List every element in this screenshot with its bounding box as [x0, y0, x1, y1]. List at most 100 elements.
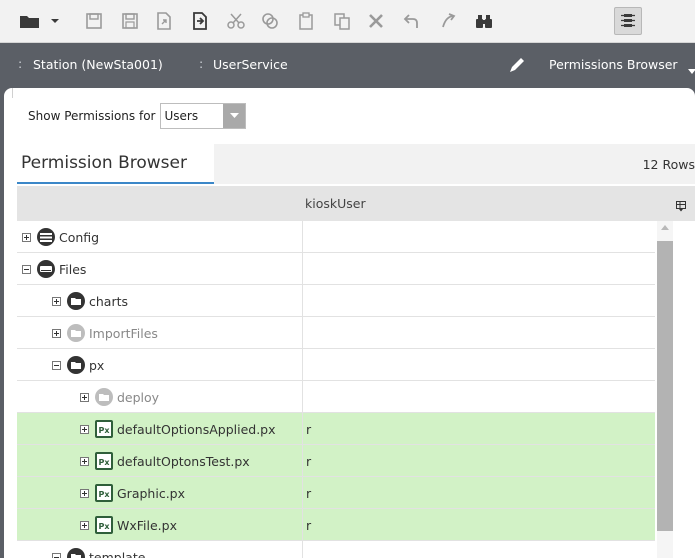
tree-node-label: deploy: [117, 389, 160, 405]
folder-light-icon: [94, 387, 117, 407]
scroll-up-icon[interactable]: [661, 225, 669, 230]
save-icon[interactable]: [80, 7, 108, 35]
table-row[interactable]: ImportFiles: [17, 317, 655, 349]
tab-bar: Permission Browser 12 Rows: [17, 144, 695, 184]
expand-icon[interactable]: [52, 296, 61, 306]
permissions-grid: kioskUser Config Files charts ImportFiles px…: [17, 186, 695, 558]
column-divider: [302, 317, 303, 349]
breadcrumb-separator: :: [18, 56, 23, 71]
expand-icon[interactable]: [52, 328, 61, 338]
collapse-icon[interactable]: [22, 264, 31, 274]
tree-node: Px Graphic.px: [80, 477, 185, 509]
select-value: Users: [164, 109, 199, 123]
collapse-icon[interactable]: [52, 360, 61, 370]
duplicate-icon[interactable]: [328, 7, 356, 35]
breadcrumb-station[interactable]: Station (NewSta001): [33, 57, 163, 72]
tab-label: Permission Browser: [21, 153, 187, 173]
table-row[interactable]: px: [17, 349, 655, 381]
import-icon[interactable]: [186, 7, 214, 35]
tree-node: Px defaultOptionsApplied.px: [80, 413, 276, 445]
px-icon: Px: [94, 483, 117, 503]
scrollbar-thumb[interactable]: [657, 241, 673, 531]
column-divider: [302, 285, 303, 317]
tab-permission-browser[interactable]: Permission Browser: [17, 144, 214, 184]
undo-icon[interactable]: [398, 7, 426, 35]
cut-icon[interactable]: [222, 7, 250, 35]
table-row[interactable]: Px defaultOptionsApplied.px r: [17, 413, 655, 445]
column-divider: [302, 221, 303, 253]
folder-icon: [66, 355, 89, 375]
column-divider: [302, 381, 303, 413]
expand-icon[interactable]: [80, 520, 89, 530]
column-divider: [302, 349, 303, 381]
export-icon[interactable]: [150, 7, 178, 35]
view-selector[interactable]: Permissions Browser: [549, 57, 678, 72]
column-divider: [302, 477, 303, 509]
table-row[interactable]: Px Graphic.px r: [17, 477, 655, 509]
column-divider: [302, 413, 303, 445]
permissions-for-select[interactable]: Users: [160, 103, 247, 129]
column-divider: [302, 541, 303, 558]
svg-text:Px: Px: [98, 490, 110, 499]
table-row[interactable]: Config: [17, 221, 655, 253]
expand-icon[interactable]: [80, 456, 89, 466]
nav-bar: : Station (NewSta001) : UserService Perm…: [0, 43, 695, 87]
tree-node-label: charts: [89, 293, 129, 309]
permissions-panel: Show Permissions for Users Permission Br…: [4, 88, 695, 558]
permission-cell[interactable]: r: [306, 509, 311, 541]
table-row[interactable]: Px defaultOptonsTest.px r: [17, 445, 655, 477]
tree-node-label: ImportFiles: [89, 325, 158, 341]
folder-icon: [66, 291, 89, 311]
show-permissions-row: Show Permissions for Users: [28, 103, 247, 129]
pencil-icon[interactable]: [507, 55, 527, 78]
expand-icon[interactable]: [80, 392, 89, 402]
copy-icon[interactable]: [256, 7, 284, 35]
px-icon: Px: [94, 419, 117, 439]
chevron-down-icon[interactable]: [688, 63, 695, 78]
tree-node: Px defaultOptonsTest.px: [80, 445, 250, 477]
column-divider: [302, 445, 303, 477]
breadcrumb-service[interactable]: UserService: [213, 57, 288, 72]
paste-icon[interactable]: [292, 7, 320, 35]
show-permissions-label: Show Permissions for: [28, 109, 156, 123]
toolbar: [0, 0, 695, 43]
folder-icon: [66, 547, 89, 558]
expand-icon[interactable]: [80, 488, 89, 498]
table-row[interactable]: template: [17, 541, 655, 558]
table-row[interactable]: deploy: [17, 381, 655, 413]
find-icon[interactable]: [470, 7, 498, 35]
tree-node: Px WxFile.px: [80, 509, 177, 541]
redo-icon[interactable]: [434, 7, 462, 35]
drive-icon: [36, 259, 59, 279]
column-divider: [302, 509, 303, 541]
divider: [12, 88, 13, 98]
grid-header: kioskUser: [17, 186, 695, 221]
tree-node: ImportFiles: [52, 317, 158, 349]
tree-node: px: [52, 349, 104, 381]
vertical-scrollbar[interactable]: [657, 221, 673, 558]
px-icon: Px: [94, 451, 117, 471]
permission-cell[interactable]: r: [306, 477, 311, 509]
permission-cell[interactable]: r: [306, 445, 311, 477]
column-chooser-icon[interactable]: [676, 197, 686, 216]
tree-node-label: Files: [59, 261, 87, 277]
expand-icon[interactable]: [22, 232, 31, 242]
column-divider: [302, 253, 303, 285]
collapse-icon[interactable]: [52, 552, 61, 558]
table-row[interactable]: charts: [17, 285, 655, 317]
table-row[interactable]: Px WxFile.px r: [17, 509, 655, 541]
tree-node-label: px: [89, 357, 105, 373]
permission-cell[interactable]: r: [306, 413, 311, 445]
delete-icon[interactable]: [362, 7, 390, 35]
tree-node: template: [52, 541, 145, 558]
list-view-icon[interactable]: [614, 7, 642, 35]
column-header-user[interactable]: kioskUser: [305, 196, 366, 211]
table-row[interactable]: Files: [17, 253, 655, 285]
svg-text:Px: Px: [98, 426, 110, 435]
save-all-icon[interactable]: [116, 7, 144, 35]
chevron-down-icon[interactable]: [223, 104, 246, 128]
folder-menu-icon[interactable]: [16, 7, 62, 35]
expand-icon[interactable]: [80, 424, 89, 434]
config-icon: [36, 227, 59, 247]
breadcrumb-separator: :: [199, 56, 204, 71]
